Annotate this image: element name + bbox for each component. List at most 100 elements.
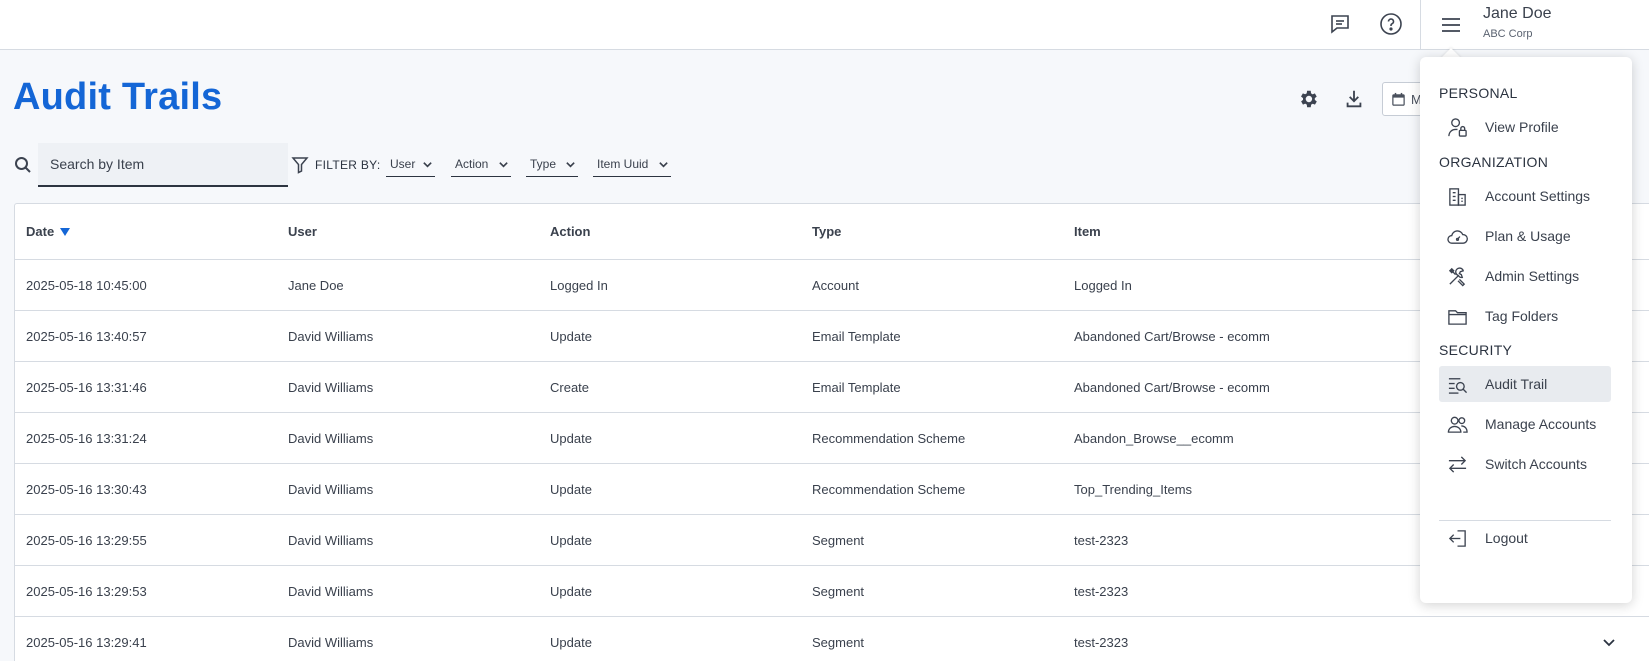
cell-type: Segment [812, 583, 865, 599]
column-header-item[interactable]: Item [1074, 204, 1101, 259]
menu-section-organization: ORGANIZATION [1439, 154, 1549, 170]
search-input[interactable] [38, 143, 288, 185]
calendar-icon [1391, 92, 1406, 107]
menu-item-label: Tag Folders [1485, 308, 1559, 324]
menu-item-label: Plan & Usage [1485, 228, 1571, 244]
download-icon[interactable] [1343, 88, 1365, 110]
cell-action: Update [550, 532, 592, 548]
menu-item-label: View Profile [1485, 119, 1559, 135]
cell-action: Update [550, 583, 592, 599]
cell-type: Recommendation Scheme [812, 430, 966, 446]
chevron-down-icon [423, 162, 432, 168]
cell-item: Abandoned Cart/Browse - ecomm [1074, 328, 1270, 344]
cell-type: Recommendation Scheme [812, 481, 966, 497]
cell-date: 2025-05-16 13:29:53 [26, 583, 147, 599]
menu-item-label: Switch Accounts [1485, 456, 1587, 472]
audit-list-icon [1447, 374, 1468, 395]
cell-date: 2025-05-16 13:30:43 [26, 481, 147, 497]
column-header-user[interactable]: User [288, 204, 317, 259]
menu-item-tag-folders[interactable]: Tag Folders [1439, 298, 1611, 334]
menu-item-switch-accounts[interactable]: Switch Accounts [1439, 446, 1611, 482]
menu-item-account-settings[interactable]: Account Settings [1439, 178, 1611, 214]
menu-item-admin-settings[interactable]: Admin Settings [1439, 258, 1611, 294]
column-header-date[interactable]: Date [26, 204, 71, 259]
expand-row-chevron-icon[interactable] [1601, 634, 1617, 650]
filter-type-label: Type [530, 157, 557, 171]
cell-user: David Williams [288, 481, 374, 497]
chevron-down-icon [566, 162, 575, 168]
settings-icon[interactable] [1297, 88, 1319, 110]
cell-user: David Williams [288, 532, 374, 548]
audit-table: Date User Action Type Item 2025-05-18 10… [14, 203, 1649, 661]
cell-date: 2025-05-16 13:29:41 [26, 634, 147, 650]
cell-action: Update [550, 328, 592, 344]
chevron-down-icon [499, 162, 508, 168]
table-row[interactable]: 2025-05-16 13:30:43 David Williams Update R… [15, 464, 1649, 515]
cell-type: Segment [812, 532, 865, 548]
filter-user-label: User [390, 157, 416, 171]
menu-item-audit-trail[interactable]: Audit Trail [1439, 366, 1611, 402]
cell-type: Email Template [812, 379, 901, 395]
top-bar: Jane Doe ABC Corp [0, 0, 1649, 50]
cell-type: Segment [812, 634, 865, 650]
menu-item-label: Audit Trail [1485, 376, 1548, 392]
table-row[interactable]: 2025-05-18 10:45:00 Jane Doe Logged In Acco… [15, 260, 1649, 311]
menu-icon[interactable] [1439, 13, 1463, 37]
filter-item-uuid-dropdown[interactable]: Item Uuid [593, 155, 671, 177]
help-icon[interactable] [1379, 12, 1403, 36]
cell-item: Logged In [1074, 277, 1132, 293]
menu-item-label: Manage Accounts [1485, 416, 1597, 432]
cell-user: David Williams [288, 328, 374, 344]
logout-icon [1447, 528, 1468, 549]
account-menu: PERSONAL View Profile ORGANIZATION Accou… [1420, 57, 1632, 603]
cell-action: Update [550, 430, 592, 446]
filter-user-dropdown[interactable]: User [386, 155, 435, 177]
cell-user: Jane Doe [288, 277, 344, 293]
table-row[interactable]: 2025-05-16 13:29:41 David Williams Update S… [15, 617, 1649, 661]
cell-type: Email Template [812, 328, 901, 344]
menu-section-security: SECURITY [1439, 342, 1513, 358]
cell-user: David Williams [288, 379, 374, 395]
user-org: ABC Corp [1483, 28, 1533, 40]
column-header-type[interactable]: Type [812, 204, 841, 259]
cell-action: Logged In [550, 277, 608, 293]
table-row[interactable]: 2025-05-16 13:31:24 David Williams Update R… [15, 413, 1649, 464]
search-field [38, 143, 288, 187]
account-switcher[interactable]: Jane Doe ABC Corp [1420, 0, 1649, 50]
menu-section-personal: PERSONAL [1439, 85, 1518, 101]
table-row[interactable]: 2025-05-16 13:40:57 David Williams Update E… [15, 311, 1649, 362]
filter-label: FILTER BY: [315, 158, 381, 172]
table-row[interactable]: 2025-05-16 13:29:53 David Williams Update S… [15, 566, 1649, 617]
cell-item: Top_Trending_Items [1074, 481, 1193, 497]
table-row[interactable]: 2025-05-16 13:31:46 David Williams Create E… [15, 362, 1649, 413]
cell-date: 2025-05-18 10:45:00 [26, 277, 147, 293]
cell-type: Account [812, 277, 859, 293]
cell-item: test-2323 [1074, 532, 1129, 548]
cell-user: David Williams [288, 430, 374, 446]
chevron-down-icon [659, 162, 668, 168]
menu-item-plan-usage[interactable]: Plan & Usage [1439, 218, 1611, 254]
filter-action-label: Action [455, 157, 489, 171]
folder-icon [1447, 306, 1468, 327]
tools-icon [1447, 266, 1468, 287]
filter-item-uuid-label: Item Uuid [597, 157, 649, 171]
cell-user: David Williams [288, 583, 374, 599]
menu-item-logout[interactable]: Logout [1439, 520, 1611, 556]
table-row[interactable]: 2025-05-16 13:29:55 David Williams Update S… [15, 515, 1649, 566]
menu-item-label: Admin Settings [1485, 268, 1580, 284]
menu-item-label: Logout [1485, 530, 1528, 546]
cell-action: Update [550, 481, 592, 497]
filter-action-dropdown[interactable]: Action [451, 155, 511, 177]
chat-icon[interactable] [1328, 12, 1352, 36]
filter-type-dropdown[interactable]: Type [526, 155, 578, 177]
cell-date: 2025-05-16 13:31:24 [26, 430, 147, 446]
sort-descending-icon [60, 227, 71, 236]
column-header-action[interactable]: Action [550, 204, 590, 259]
filter-icon [291, 156, 309, 174]
menu-item-view-profile[interactable]: View Profile [1439, 109, 1611, 145]
cell-action: Create [550, 379, 590, 395]
cell-date: 2025-05-16 13:40:57 [26, 328, 147, 344]
search-icon [14, 156, 32, 174]
cell-action: Update [550, 634, 592, 650]
menu-item-manage-accounts[interactable]: Manage Accounts [1439, 406, 1611, 442]
